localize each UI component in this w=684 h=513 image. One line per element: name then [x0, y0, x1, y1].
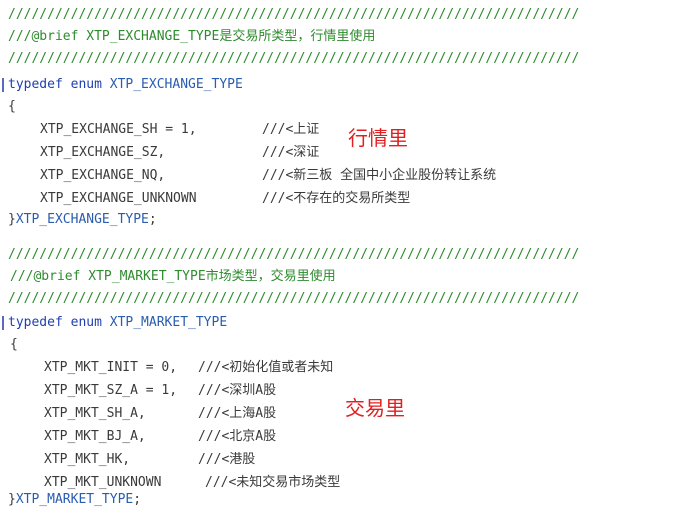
typedef-line: typedef enum XTP_MARKET_TYPE: [8, 312, 227, 334]
close-brace: }: [8, 212, 16, 227]
enum-member-code: XTP_MKT_INIT = 0,: [44, 360, 178, 375]
code-editor[interactable]: ////////////////////////////////////////…: [0, 0, 684, 513]
brief-comment: ///@brief XTP_EXCHANGE_TYPE是交易所类型，行情里使用: [8, 29, 376, 44]
enum-member-code: XTP_MKT_BJ_A,: [44, 429, 146, 444]
separator-comment: ////////////////////////////////////////…: [8, 291, 580, 306]
open-brace: {: [10, 337, 18, 352]
typedef-name: XTP_MARKET_TYPE: [109, 315, 228, 330]
close-line: }XTP_MARKET_TYPE;: [8, 489, 141, 511]
open-brace: {: [8, 99, 16, 114]
typedef-line: typedef enum XTP_EXCHANGE_TYPE: [8, 74, 243, 96]
enum-member-comment: ///<未知交易市场类型: [205, 475, 341, 490]
enum-member-code: XTP_EXCHANGE_SZ,: [40, 145, 166, 160]
typedef-keyword: typedef enum: [8, 77, 110, 92]
typedef-name: XTP_EXCHANGE_TYPE: [109, 77, 243, 92]
close-line: }XTP_EXCHANGE_TYPE;: [8, 209, 157, 231]
brief-comment: ///@brief XTP_MARKET_TYPE市场类型，交易里使用: [10, 269, 336, 284]
close-name: XTP_MARKET_TYPE: [15, 492, 134, 507]
enum-member-comment: ///<不存在的交易所类型: [262, 191, 411, 206]
enum-member-comment: ///<初始化值或者未知: [198, 360, 334, 375]
enum-member-comment: ///<深证: [262, 145, 320, 160]
enum-member-code: XTP_MKT_HK,: [44, 452, 131, 467]
enum-member-comment: ///<上证: [262, 122, 320, 137]
enum-member-comment: ///<深圳A股: [198, 383, 277, 398]
enum-member-code: XTP_EXCHANGE_UNKNOWN: [40, 191, 197, 206]
enum-member-comment: ///<港股: [198, 452, 256, 467]
enum-member-code: XTP_MKT_SH_A,: [44, 406, 146, 421]
close-name: XTP_EXCHANGE_TYPE: [15, 212, 149, 227]
enum-member-comment: ///<新三板 全国中小企业股份转让系统: [262, 168, 497, 183]
enum-member-comment: ///<上海A股: [198, 406, 277, 421]
annotation-label: 行情里: [348, 126, 408, 150]
separator-comment: ////////////////////////////////////////…: [8, 247, 580, 262]
enum-member-code: XTP_EXCHANGE_NQ,: [40, 168, 166, 183]
typedef-keyword: typedef enum: [8, 315, 110, 330]
separator-comment: ////////////////////////////////////////…: [8, 7, 580, 22]
separator-comment: ////////////////////////////////////////…: [8, 51, 580, 66]
enum-member-code: XTP_MKT_SZ_A = 1,: [44, 383, 178, 398]
enum-member-code: XTP_EXCHANGE_SH = 1,: [40, 122, 197, 137]
close-semicolon: ;: [148, 212, 157, 227]
enum-member-comment: ///<北京A股: [198, 429, 277, 444]
annotation-label: 交易里: [345, 396, 405, 420]
close-brace: }: [8, 492, 16, 507]
close-semicolon: ;: [133, 492, 142, 507]
